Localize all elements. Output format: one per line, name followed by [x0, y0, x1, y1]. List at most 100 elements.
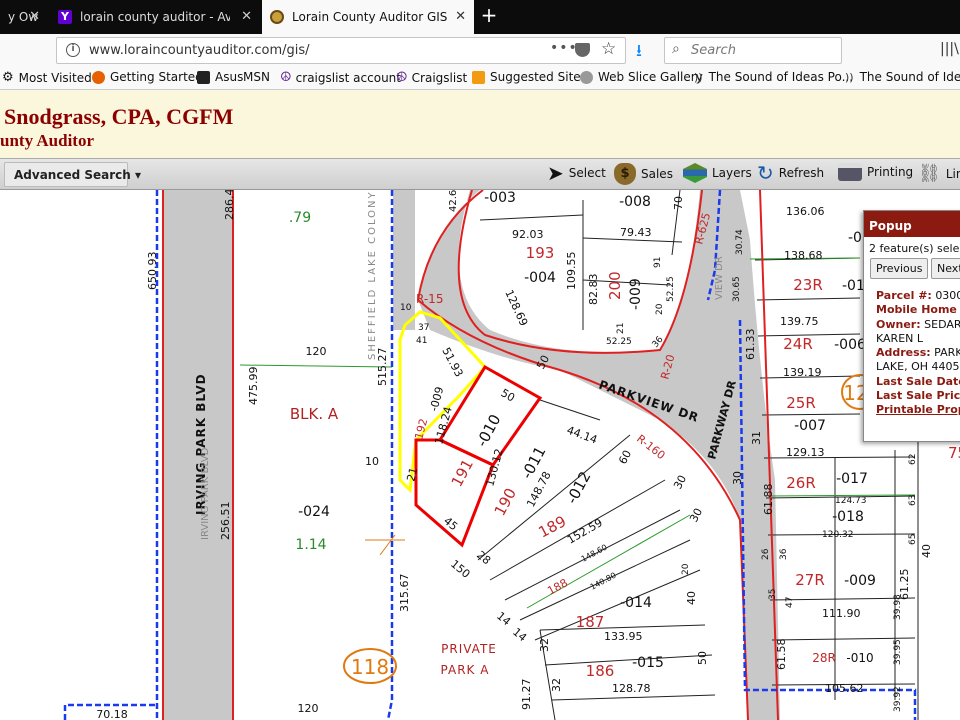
map-label: 650.93 — [146, 252, 159, 291]
tab-avast-search[interactable]: Y lorain county auditor - Avast Ya ✕ — [50, 0, 260, 34]
site-header: Snodgrass, CPA, CGFM unty Auditor — [0, 90, 960, 158]
map-label: 186 — [586, 662, 615, 680]
map-label: 30 — [687, 506, 705, 524]
bookmark-most-visited[interactable]: ⚙ Most Visited — [2, 70, 92, 85]
map-label: 28R — [812, 651, 836, 665]
map-label: 129.13 — [786, 446, 825, 459]
map-label: 21 — [616, 323, 626, 334]
map-label: -018 — [832, 509, 864, 525]
map-label: 475.99 — [247, 367, 260, 406]
search-placeholder: Search — [691, 43, 736, 58]
map-label: 40 — [920, 544, 933, 558]
map-label: 128.69 — [502, 288, 530, 328]
advanced-search-button[interactable]: Advanced Search ▾ — [4, 162, 141, 187]
map-label: 23R — [793, 276, 823, 294]
map-label: -012 — [563, 468, 595, 507]
pocket-icon[interactable] — [575, 43, 590, 57]
bookmark-craigslist-account[interactable]: ☮ craigslist account — [280, 70, 401, 85]
parcel-map-canvas[interactable]: 118 12 IRVING PARK BLVD PARKVIEW DR PARKWA… — [0, 190, 960, 720]
map-label: 286.4 — [223, 190, 236, 220]
map-label: 14 — [494, 609, 513, 628]
tab-previous[interactable]: y Ow ✕ — [0, 0, 48, 34]
bookmark-sound-of-ideas-1[interactable]: )) The Sound of Ideas Po... — [694, 70, 853, 84]
download-icon[interactable]: ⭳ — [636, 38, 642, 67]
map-label: 111.90 — [822, 607, 861, 620]
map-label: 51.93 — [439, 345, 465, 379]
map-label: 10 — [365, 455, 379, 468]
map-label: -014 — [620, 595, 652, 611]
sales-tool-button[interactable]: $ Sales — [614, 163, 673, 185]
url-bar[interactable]: i www.loraincountyauditor.com/gis/ ••• ☆ — [56, 37, 626, 64]
map-label: 139.75 — [780, 315, 819, 328]
refresh-tool-button[interactable]: ↻ Refresh — [757, 163, 824, 183]
printable-property-link[interactable]: Printable Proper — [876, 403, 960, 416]
chain-link-icon: ⛓ — [918, 163, 941, 184]
map-label: 130.12 — [483, 447, 506, 488]
gis-toolbar: Advanced Search ▾ ➤ Select $ Sales Layers … — [0, 158, 960, 190]
tab-bar: y Ow ✕ Y lorain county auditor - Avast Y… — [0, 0, 960, 34]
map-label: 47 — [785, 597, 795, 608]
bookmark-asus[interactable]: Asus — [197, 70, 243, 84]
printer-icon — [838, 163, 862, 181]
map-label: 75 — [948, 444, 960, 462]
close-tab-icon[interactable]: ✕ — [455, 9, 466, 24]
firefox-icon — [92, 70, 105, 84]
map-label: 70 — [672, 196, 685, 210]
tab-title: Lorain County Auditor GIS — [292, 10, 448, 24]
bookmark-craigslist[interactable]: ☮ Craigslist — [396, 70, 467, 85]
layers-tool-button[interactable]: Layers — [683, 163, 752, 183]
bookmark-getting-started[interactable]: Getting Started — [92, 70, 203, 84]
map-label: 136.06 — [786, 205, 825, 218]
close-tab-icon[interactable]: ✕ — [29, 9, 40, 24]
map-label: 515.27 — [376, 348, 389, 387]
rss-icon: )) — [694, 70, 703, 84]
street-label: VIEW DR — [714, 256, 725, 300]
map-label: 1.14 — [295, 537, 326, 553]
yahoo-icon: Y — [58, 10, 72, 24]
map-label: PARK A — [441, 663, 490, 677]
tab-lorain-gis[interactable]: Lorain County Auditor GIS ✕ — [262, 0, 474, 34]
next-button[interactable]: Next — [931, 258, 960, 279]
gear-icon: ⚙ — [2, 70, 14, 85]
bookmark-msn[interactable]: MSN — [243, 70, 270, 84]
bookmark-star-icon[interactable]: ☆ — [601, 39, 616, 59]
library-icon[interactable]: |||\ — [940, 41, 959, 57]
map-label: 26 — [761, 548, 771, 560]
map-label: -009 — [628, 278, 644, 310]
map-label: 120 — [306, 345, 327, 358]
map-label: 124.73 — [835, 496, 867, 506]
bookmark-sound-of-ideas-2[interactable]: ))The Sound of Ideas — [845, 70, 960, 84]
map-label: 10 — [400, 303, 412, 313]
close-tab-icon[interactable]: ✕ — [241, 9, 252, 24]
map-label: 20 — [681, 563, 691, 575]
map-label: 30 — [731, 471, 744, 485]
printing-tool-button[interactable]: Printing — [838, 163, 913, 181]
map-label: 24R — [783, 335, 813, 353]
map-label: 20 — [655, 303, 665, 315]
new-tab-button[interactable]: + — [478, 4, 500, 28]
bookmark-web-slice-gallery[interactable]: Web Slice Gallery — [580, 70, 703, 84]
map-label: BLK. A — [290, 405, 339, 423]
links-tool-button[interactable]: ⛓ Lin — [918, 163, 960, 184]
previous-button[interactable]: Previous — [870, 258, 928, 279]
map-label: 120 — [298, 702, 319, 715]
search-input[interactable]: ⌕ Search — [664, 37, 842, 64]
auditor-title: unty Auditor — [0, 131, 94, 150]
map-label: 42.64 — [448, 190, 459, 212]
map-label: .79 — [289, 210, 311, 226]
info-icon[interactable]: i — [66, 43, 80, 57]
page-actions-icon[interactable]: ••• — [550, 40, 578, 56]
bookmark-suggested-sites[interactable]: Suggested Sites — [472, 70, 587, 84]
map-label: -015 — [632, 655, 664, 671]
gis-map[interactable]: 118 12 IRVING PARK BLVD PARKVIEW DR PARKWA… — [0, 190, 960, 720]
money-bag-icon: $ — [614, 163, 636, 185]
map-label: 27R — [795, 571, 825, 589]
map-label: 139.19 — [783, 366, 822, 379]
map-label: 200 — [606, 271, 624, 300]
map-label: 30.65 — [732, 276, 742, 302]
map-label: 32 — [550, 678, 563, 692]
map-label: 150 — [448, 557, 472, 580]
orange-marker — [365, 534, 405, 556]
select-tool-button[interactable]: ➤ Select — [547, 163, 606, 183]
asus-icon — [197, 70, 210, 84]
